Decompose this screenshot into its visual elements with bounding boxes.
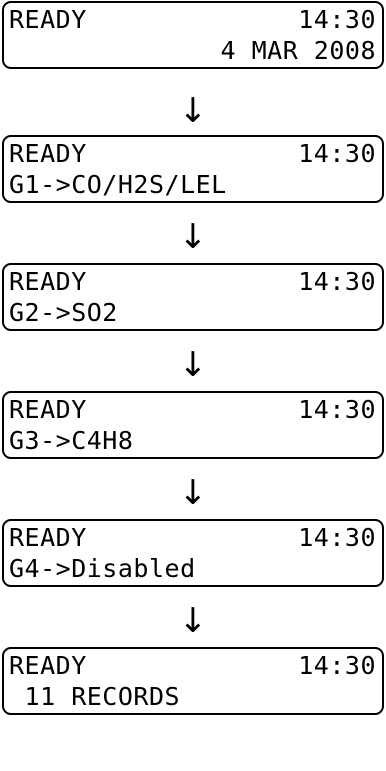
time-text: 14:30 xyxy=(298,395,376,424)
lcd-screen-g3: READY 14:30 G3->C4H8 xyxy=(2,391,384,459)
status-text: READY xyxy=(9,395,87,424)
records-count-text: 11 RECORDS xyxy=(9,682,181,711)
down-arrow-icon: ↓ xyxy=(178,601,208,641)
status-text: READY xyxy=(9,651,87,680)
gas-group-text: G3->C4H8 xyxy=(9,426,134,455)
lcd-screen-records: READY 14:30 11 RECORDS xyxy=(2,647,384,715)
down-arrow-icon: ↓ xyxy=(178,91,208,131)
time-text: 14:30 xyxy=(298,267,376,296)
status-text: READY xyxy=(9,139,87,168)
status-text: READY xyxy=(9,523,87,552)
lcd-line-1: READY 14:30 xyxy=(9,523,376,553)
date-text: 4 MAR 2008 xyxy=(220,36,376,65)
lcd-line-1: READY 14:30 xyxy=(9,395,376,425)
gas-group-text: G4->Disabled xyxy=(9,554,196,583)
time-text: 14:30 xyxy=(298,5,376,34)
time-text: 14:30 xyxy=(298,651,376,680)
down-arrow-icon: ↓ xyxy=(178,217,208,257)
time-text: 14:30 xyxy=(298,139,376,168)
lcd-screen-g4: READY 14:30 G4->Disabled xyxy=(2,519,384,587)
down-arrow-icon: ↓ xyxy=(178,345,208,385)
lcd-line-1: READY 14:30 xyxy=(9,651,376,681)
status-text: READY xyxy=(9,5,87,34)
gas-group-text: G2->SO2 xyxy=(9,298,118,327)
status-text: READY xyxy=(9,267,87,296)
gas-group-text: G1->CO/H2S/LEL xyxy=(9,170,227,199)
lcd-line-1: READY 14:30 xyxy=(9,267,376,297)
lcd-line-1: READY 14:30 xyxy=(9,139,376,169)
lcd-line-1: READY 14:30 xyxy=(9,5,376,35)
lcd-screen-g1: READY 14:30 G1->CO/H2S/LEL xyxy=(2,135,384,203)
down-arrow-icon: ↓ xyxy=(178,473,208,513)
lcd-screen-date: READY 14:30 4 MAR 2008 xyxy=(2,1,384,69)
lcd-screen-g2: READY 14:30 G2->SO2 xyxy=(2,263,384,331)
time-text: 14:30 xyxy=(298,523,376,552)
